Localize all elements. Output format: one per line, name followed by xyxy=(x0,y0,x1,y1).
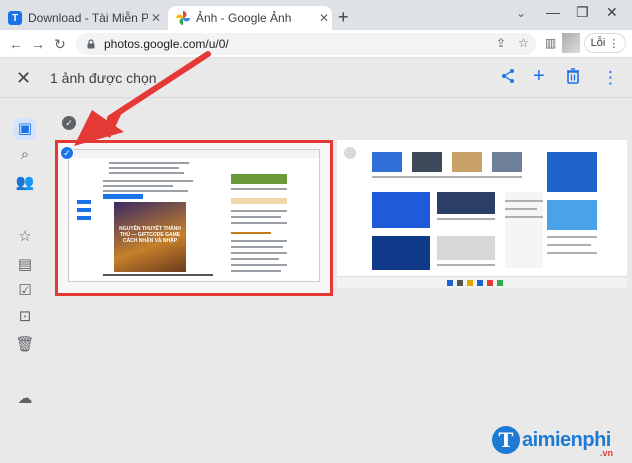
select-circle-icon[interactable] xyxy=(343,146,357,160)
tab-google-photos[interactable]: Ảnh - Google Ảnh ✕ xyxy=(168,6,332,30)
reload-icon[interactable]: ↻ xyxy=(50,34,70,54)
close-icon[interactable]: ✕ xyxy=(316,11,332,25)
selected-check-icon[interactable]: ✓ xyxy=(60,146,74,160)
bookmark-star-icon[interactable]: ☆ xyxy=(518,36,529,50)
taimienphi-watermark: T aimienphi .vn xyxy=(492,420,628,460)
trash-icon[interactable]: 🗑 xyxy=(14,334,36,356)
new-tab-button[interactable]: + xyxy=(338,8,349,26)
profile-error-button[interactable]: Lỗi ⋮ xyxy=(584,33,626,53)
taimienphi-favicon-icon: T xyxy=(8,11,22,25)
forward-icon[interactable]: → xyxy=(28,34,48,54)
photo-thumbnail-selected[interactable]: NGUYÊN THUYẾT THÁNH THỦ — GIFTCODE GAME … xyxy=(68,149,320,282)
storage-cloud-icon[interactable]: ☁ xyxy=(14,388,36,410)
archive-icon[interactable]: ⊡ xyxy=(14,306,36,328)
close-icon[interactable]: ✕ xyxy=(16,68,31,89)
favorites-icon[interactable]: ☆ xyxy=(14,226,36,248)
selection-count: 1 ảnh được chọn xyxy=(50,70,157,86)
add-icon[interactable]: + xyxy=(533,65,545,88)
more-vert-icon[interactable]: ⋮ xyxy=(602,68,619,88)
sharing-icon[interactable]: 👥 xyxy=(14,172,36,194)
tab-search-icon[interactable]: ⌄ xyxy=(516,6,526,20)
date-group-check-icon[interactable]: ✓ xyxy=(62,116,76,130)
browser-tab-strip: T Download - Tài Miễn Phí VN - Ph ✕ Ảnh … xyxy=(0,0,632,30)
address-bar[interactable]: photos.google.com/u/0/ xyxy=(76,33,536,55)
game-art-caption: NGUYÊN THUYẾT THÁNH THỦ — GIFTCODE GAME … xyxy=(119,226,181,244)
utilities-icon[interactable]: ☑ xyxy=(14,280,36,302)
windows-taskbar xyxy=(337,276,627,288)
photo-thumbnail[interactable] xyxy=(337,140,627,288)
share-icon[interactable] xyxy=(500,68,516,89)
watermark-logo-icon: T xyxy=(492,426,520,454)
explore-icon[interactable]: ⌕ xyxy=(14,144,36,166)
side-panel-icon[interactable]: ▥ xyxy=(545,36,556,50)
delete-icon[interactable] xyxy=(566,68,580,89)
minimize-icon[interactable]: — xyxy=(546,4,560,20)
close-window-icon[interactable]: ✕ xyxy=(606,4,618,21)
browser-toolbar: ← → ↻ photos.google.com/u/0/ xyxy=(0,30,632,58)
watermark-tld: .vn xyxy=(600,448,614,458)
sidebar: ▣ ⌕ 👥 ☆ ▤ ☑ ⊡ 🗑 ☁ xyxy=(0,98,50,463)
tab-title: Download - Tài Miễn Phí VN - Ph xyxy=(28,11,148,25)
avatar[interactable] xyxy=(562,33,580,53)
google-photos-favicon-icon xyxy=(176,11,190,25)
game-art-image: NGUYÊN THUYẾT THÁNH THỦ — GIFTCODE GAME … xyxy=(114,202,186,272)
watermark-brand: aimienphi xyxy=(522,428,611,451)
photo-selection-highlight: NGUYÊN THUYẾT THÁNH THỦ — GIFTCODE GAME … xyxy=(55,140,333,296)
share-page-icon[interactable]: ⇪ xyxy=(496,36,506,50)
close-icon[interactable]: ✕ xyxy=(148,11,164,25)
lock-icon xyxy=(87,39,95,49)
albums-icon[interactable]: ▤ xyxy=(14,254,36,276)
tab-download[interactable]: T Download - Tài Miễn Phí VN - Ph ✕ xyxy=(8,6,164,30)
tab-title: Ảnh - Google Ảnh xyxy=(196,11,292,25)
photos-icon[interactable]: ▣ xyxy=(14,118,36,140)
profile-error-label: Lỗi xyxy=(590,37,606,49)
back-icon[interactable]: ← xyxy=(6,34,26,54)
maximize-icon[interactable]: ❐ xyxy=(576,4,589,21)
selection-header: ✕ 1 ảnh được chọn + ⋮ xyxy=(0,58,632,98)
google-photos-app: ✕ 1 ảnh được chọn + ⋮ ▣ ⌕ 👥 ☆ ▤ ☑ ⊡ 🗑 ☁ … xyxy=(0,58,632,463)
url-text: photos.google.com/u/0/ xyxy=(104,37,229,51)
